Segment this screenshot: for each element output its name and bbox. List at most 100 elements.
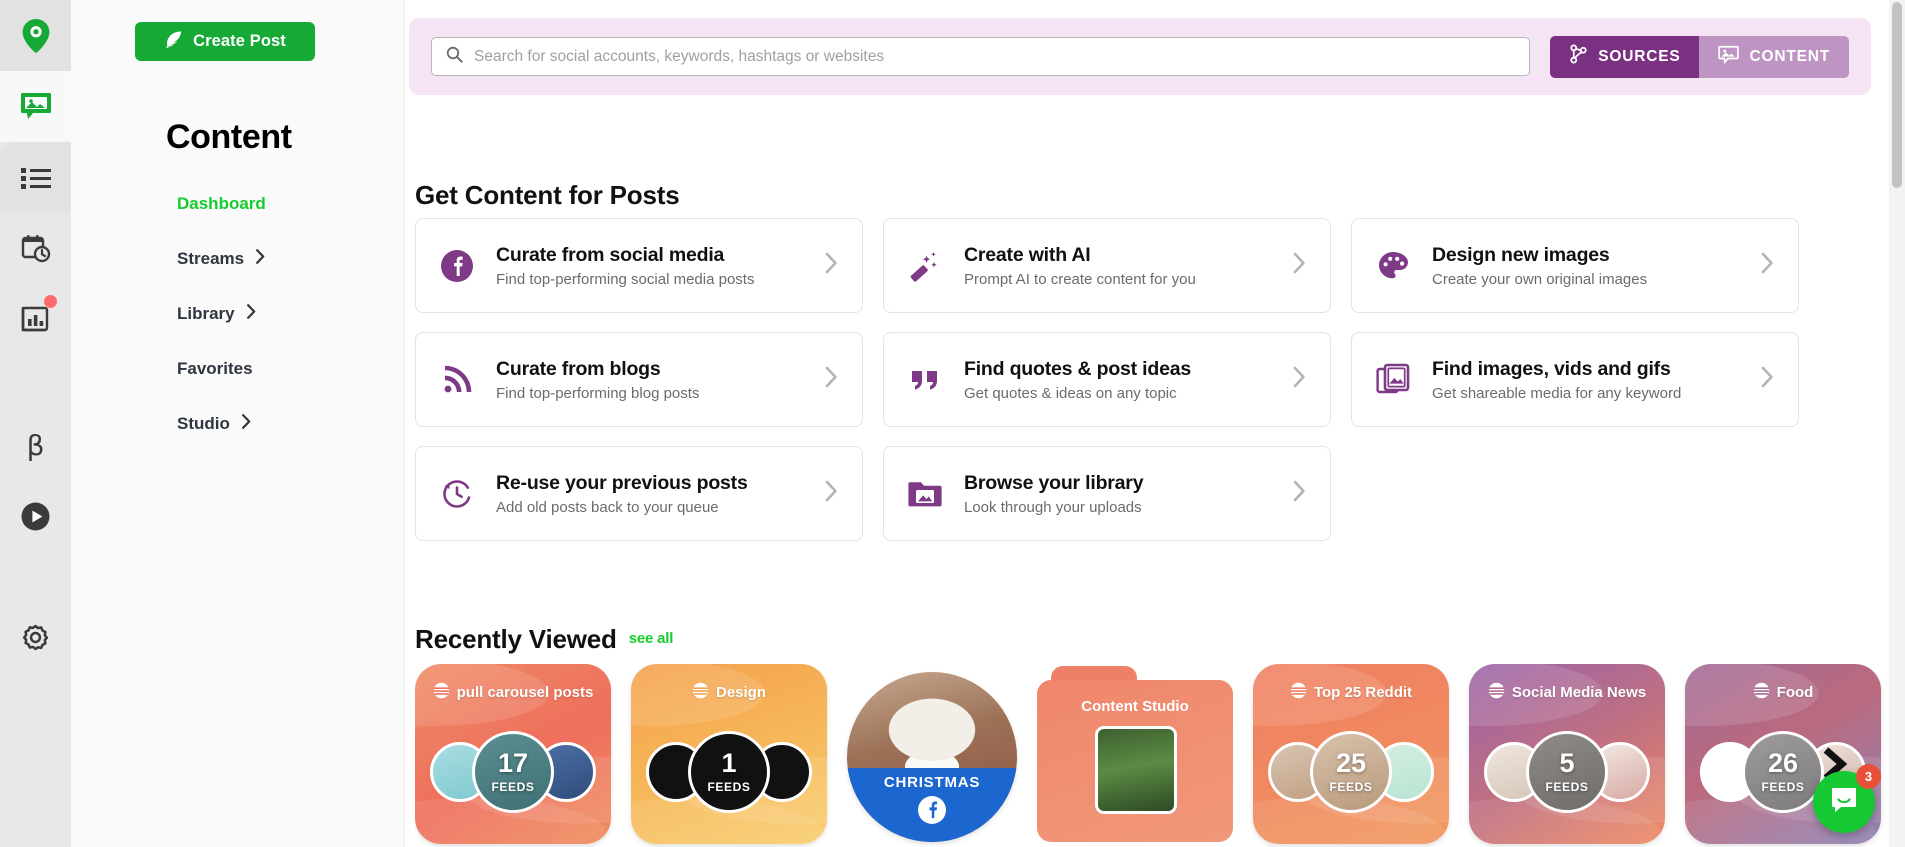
search-scope-tabs: SOURCES CONTENT — [1550, 36, 1849, 78]
recently-viewed-tile[interactable]: pull carousel posts 17 FEEDS — [415, 664, 611, 844]
tab-sources[interactable]: SOURCES — [1550, 36, 1699, 78]
vertical-scrollbar[interactable] — [1889, 0, 1905, 847]
scrollbar-thumb[interactable] — [1892, 2, 1902, 188]
nav-list: Dashboard Streams Library Favorites Stud… — [71, 188, 405, 463]
sidebar-item-streams[interactable]: Streams — [71, 243, 405, 274]
tab-sources-label: SOURCES — [1598, 48, 1680, 66]
feather-icon — [164, 30, 183, 54]
get-content-heading: Get Content for Posts — [415, 180, 679, 211]
see-all-link[interactable]: see all — [629, 630, 673, 647]
sidebar-item-library[interactable]: Library — [71, 298, 405, 329]
recently-viewed-strip[interactable]: pull carousel posts 17 FEEDS — [415, 664, 1905, 847]
recently-viewed-tile[interactable]: Design 1 FEEDS — [631, 664, 827, 844]
card-reuse-previous-posts[interactable]: Re-use your previous posts Add old posts… — [415, 446, 863, 541]
rail-item-calendar[interactable] — [0, 213, 71, 284]
card-create-with-ai[interactable]: Create with AI Prompt AI to create conte… — [883, 218, 1331, 313]
tile-label-row: Top 25 Reddit — [1253, 682, 1449, 703]
folder-name: Content Studio — [1037, 698, 1233, 715]
content-icon — [20, 92, 52, 122]
recently-viewed-label: Recently Viewed — [415, 624, 617, 654]
recently-viewed-tile[interactable]: Social Media News 5 FEEDS — [1469, 664, 1665, 844]
feed-group-icon — [1290, 682, 1307, 703]
sidebar-item-studio[interactable]: Studio — [71, 408, 405, 439]
search-box[interactable] — [431, 37, 1530, 76]
card-design-new-images[interactable]: Design new images Create your own origin… — [1351, 218, 1799, 313]
rss-icon — [438, 361, 476, 399]
branch-icon — [1569, 44, 1588, 69]
content-nav-panel: Create Post Content Dashboard Streams Li… — [71, 0, 405, 847]
create-post-button[interactable]: Create Post — [135, 22, 315, 61]
tile-feed-unit: FEEDS — [1329, 780, 1372, 794]
get-content-card-grid: Curate from social media Find top-perfor… — [415, 218, 1810, 541]
tile-label: Top 25 Reddit — [1314, 684, 1412, 701]
card-browse-your-library[interactable]: Browse your library Look through your up… — [883, 446, 1331, 541]
tile-label-row: pull carousel posts — [415, 682, 611, 703]
tile-label: Social Media News — [1512, 684, 1646, 701]
card-curate-from-blogs[interactable]: Curate from blogs Find top-performing bl… — [415, 332, 863, 427]
analytics-icon — [21, 306, 50, 334]
rail-item-tutorials[interactable] — [0, 481, 71, 552]
sidebar-item-favorites[interactable]: Favorites — [71, 353, 405, 384]
avatar-count: 1 FEEDS — [688, 731, 770, 813]
magic-wand-icon — [906, 247, 944, 285]
tile-feed-unit: FEEDS — [1545, 780, 1588, 794]
rail-item-queue[interactable] — [0, 142, 71, 213]
tile-label: Design — [716, 684, 766, 701]
card-title: Re-use your previous posts — [496, 472, 805, 495]
card-subtitle: Add old posts back to your queue — [496, 499, 805, 516]
page-name: CHRISTMAS — [884, 774, 980, 791]
tile-label: pull carousel posts — [457, 684, 594, 701]
page-footer: CHRISTMAS — [847, 768, 1017, 842]
rail-item-logo[interactable] — [0, 0, 71, 71]
sidebar-item-label: Studio — [177, 414, 230, 434]
tile-feed-unit: FEEDS — [707, 780, 750, 794]
chevron-right-icon — [1293, 366, 1313, 393]
card-find-images-vids-gifs[interactable]: Find images, vids and gifs Get shareable… — [1351, 332, 1799, 427]
recently-viewed-page-tile[interactable]: CHRISTMAS — [847, 672, 1017, 842]
tab-content[interactable]: CONTENT — [1699, 36, 1849, 78]
card-subtitle: Prompt AI to create content for you — [964, 271, 1273, 288]
rail-item-content[interactable] — [0, 71, 71, 142]
recently-viewed-tile[interactable]: Top 25 Reddit 25 FEEDS — [1253, 664, 1449, 844]
chevron-right-icon — [242, 414, 251, 434]
tile-feed-count: 26 — [1768, 750, 1798, 777]
tile-label-row: Social Media News — [1469, 682, 1665, 703]
card-curate-from-social-media[interactable]: Curate from social media Find top-perfor… — [415, 218, 863, 313]
chat-bubble-icon — [1829, 785, 1859, 820]
gear-icon — [20, 622, 51, 653]
card-title: Find images, vids and gifs — [1432, 358, 1741, 381]
chevron-right-icon — [1293, 480, 1313, 507]
card-subtitle: Find top-performing blog posts — [496, 385, 805, 402]
card-title: Curate from social media — [496, 244, 805, 267]
queue-list-icon — [21, 166, 51, 190]
tile-feed-unit: FEEDS — [1761, 780, 1804, 794]
avatar-count: 17 FEEDS — [472, 731, 554, 813]
chevron-right-icon — [825, 252, 845, 279]
sidebar-item-label: Library — [177, 304, 235, 324]
images-icon — [1374, 361, 1412, 399]
chevron-right-icon — [256, 249, 265, 269]
card-subtitle: Find top-performing social media posts — [496, 271, 805, 288]
card-title: Find quotes & post ideas — [964, 358, 1273, 381]
avatar-count: 25 FEEDS — [1310, 731, 1392, 813]
folder-thumbnail — [1095, 726, 1177, 814]
page-title: Content — [166, 118, 292, 157]
chevron-right-icon — [825, 480, 845, 507]
card-find-quotes-and-post-ideas[interactable]: Find quotes & post ideas Get quotes & id… — [883, 332, 1331, 427]
tile-avatars: 25 FEEDS — [1253, 722, 1449, 822]
rail-item-settings[interactable] — [0, 602, 71, 673]
sidebar-item-dashboard[interactable]: Dashboard — [71, 188, 405, 219]
chevron-right-icon — [1761, 252, 1781, 279]
sidebar-item-label: Streams — [177, 249, 244, 269]
rail-item-beta[interactable]: β — [0, 410, 71, 481]
chevron-right-icon — [825, 366, 845, 393]
avatar-count: 26 FEEDS — [1742, 731, 1824, 813]
rail-item-analytics[interactable] — [0, 284, 71, 355]
chevron-right-icon — [247, 304, 256, 324]
recently-viewed-heading: Recently Viewed see all — [415, 624, 673, 655]
chevron-right-icon — [1293, 252, 1313, 279]
search-input[interactable] — [474, 48, 1515, 66]
feed-group-icon — [433, 682, 450, 703]
recently-viewed-folder-tile[interactable]: Content Studio — [1037, 664, 1233, 844]
avatar-count: 5 FEEDS — [1526, 731, 1608, 813]
